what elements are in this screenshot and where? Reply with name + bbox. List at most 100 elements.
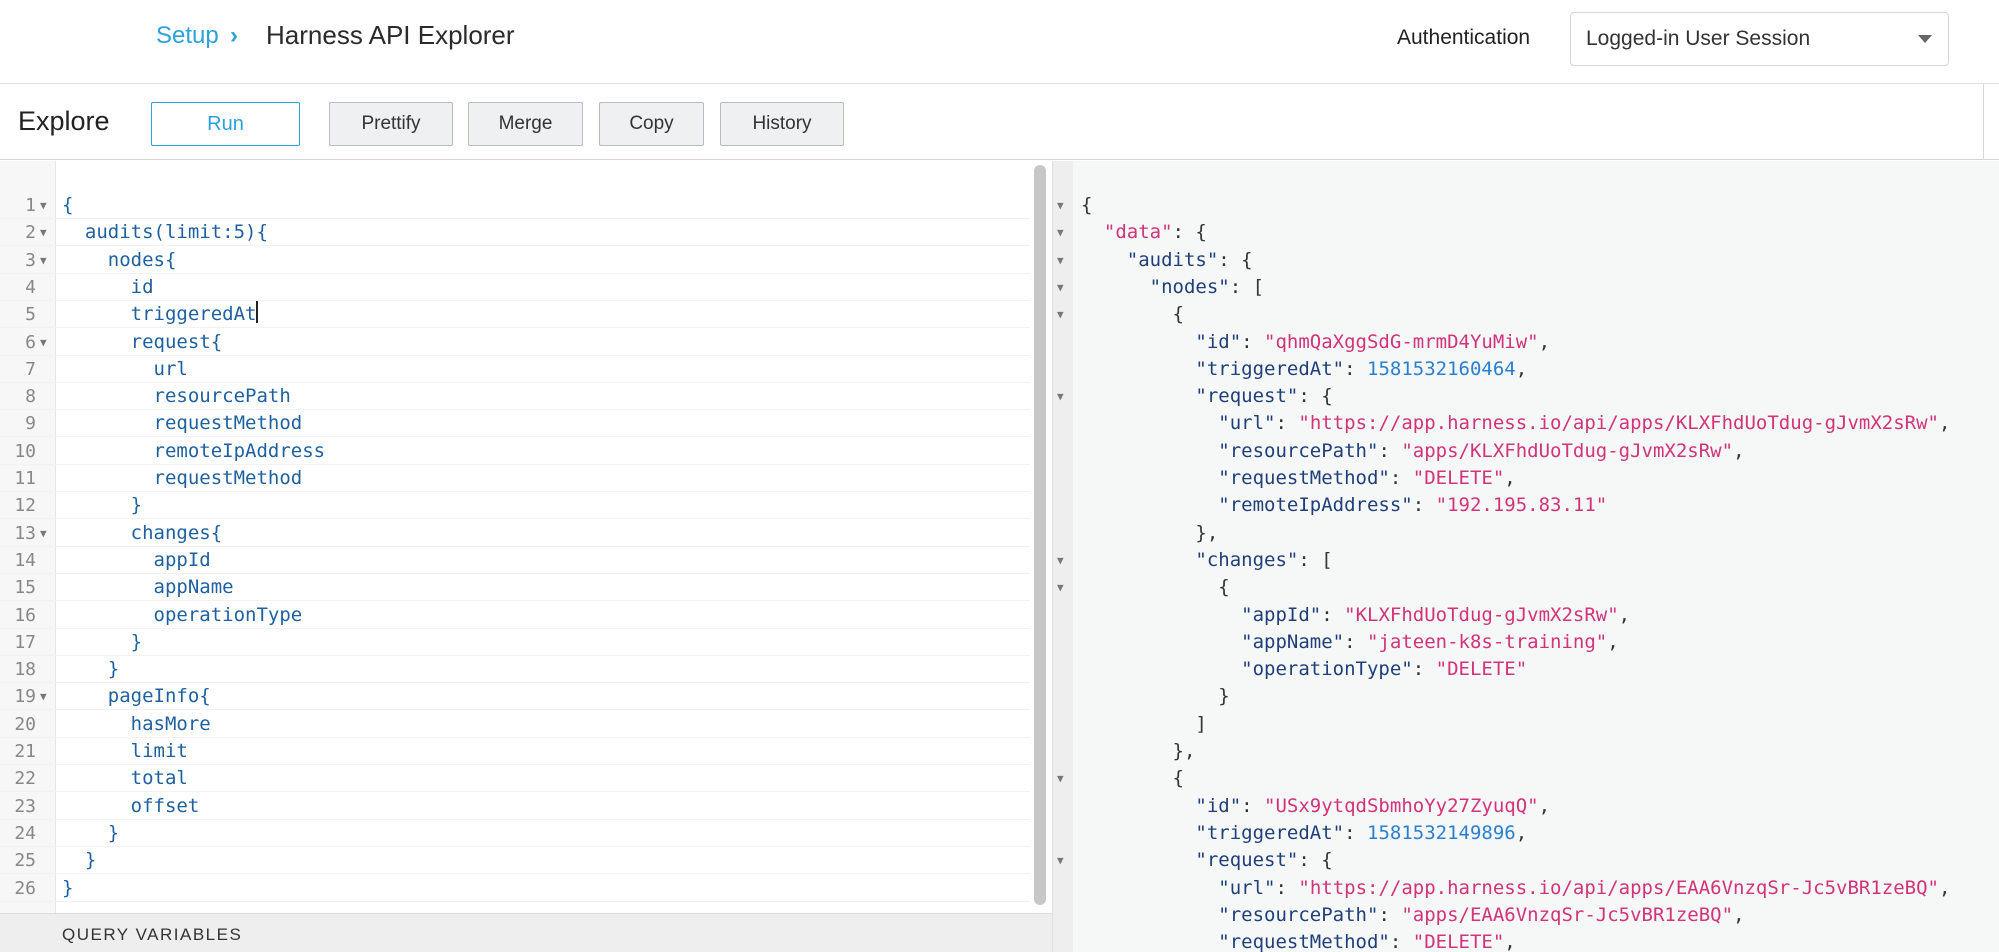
- result-line: "id": "qhmQaXggSdG-mrmD4YuMiw",: [1053, 329, 1999, 356]
- json-token: :: [1344, 821, 1367, 844]
- line-number: 4: [25, 276, 36, 298]
- fold-arrow-icon[interactable]: ▼: [1057, 574, 1064, 601]
- fold-arrow-icon[interactable]: ▼: [1057, 847, 1064, 874]
- query-editor[interactable]: 1 ▼{2 ▼ audits(limit:5){3 ▼ nodes{4 id 5 tri…: [0, 161, 1052, 952]
- query-variables-bar[interactable]: QUERY VARIABLES: [0, 913, 1052, 952]
- authentication-select[interactable]: Logged-in User Session: [1570, 12, 1949, 66]
- result-text: }: [1081, 683, 1229, 710]
- fold-arrow-icon[interactable]: ▼: [1057, 219, 1064, 246]
- code-text: pageInfo{: [62, 683, 211, 710]
- fold-arrow-icon[interactable]: ▼: [40, 219, 47, 246]
- editor-scrollbar[interactable]: [1034, 165, 1046, 905]
- code-token: }: [62, 658, 120, 681]
- run-button[interactable]: Run: [151, 102, 300, 146]
- result-line: ▼ "data": {: [1053, 219, 1999, 246]
- json-token: "nodes": [1149, 275, 1230, 298]
- editor-line[interactable]: 3 ▼ nodes{: [0, 247, 1030, 274]
- json-token: "qhmQaXggSdG-mrmD4YuMiw": [1264, 330, 1539, 353]
- editor-line[interactable]: 16 operationType: [0, 602, 1030, 629]
- json-token: ,: [1733, 903, 1745, 926]
- text-cursor: [256, 301, 259, 324]
- explorer-toolbar: Explore Run Prettify Merge Copy History: [0, 84, 1999, 160]
- fold-arrow-icon[interactable]: ▼: [1057, 765, 1064, 792]
- code-token: id: [62, 275, 154, 298]
- code-text: url: [62, 356, 188, 383]
- fold-arrow-icon[interactable]: ▼: [1057, 301, 1064, 328]
- json-token: "DELETE": [1412, 467, 1505, 489]
- fold-arrow-icon[interactable]: ▼: [1057, 274, 1064, 301]
- breadcrumb-setup-link[interactable]: Setup: [156, 22, 219, 50]
- prettify-button[interactable]: Prettify: [329, 102, 453, 146]
- editor-line[interactable]: 8 resourcePath: [0, 383, 1030, 411]
- json-token: "triggeredAt": [1195, 821, 1345, 844]
- editor-line[interactable]: 2 ▼ audits(limit:5){: [0, 219, 1030, 247]
- editor-line[interactable]: 14 appId: [0, 547, 1030, 574]
- editor-line[interactable]: 24 }: [0, 820, 1030, 847]
- line-number: 9: [25, 413, 36, 435]
- code-token: pageInfo{: [62, 685, 211, 708]
- json-token: :: [1389, 931, 1413, 952]
- editor-line[interactable]: 26}: [0, 875, 1030, 902]
- editor-line[interactable]: 19 ▼ pageInfo{: [0, 683, 1030, 711]
- editor-line[interactable]: 20 hasMore: [0, 711, 1030, 738]
- line-number: 3: [25, 249, 36, 271]
- json-token: "url": [1218, 876, 1276, 899]
- query-variables-label: QUERY VARIABLES: [62, 925, 243, 944]
- result-line: "triggeredAt": 1581532160464,: [1053, 356, 1999, 383]
- editor-line[interactable]: 21 limit: [0, 738, 1030, 765]
- editor-line[interactable]: 15 appName: [0, 574, 1030, 602]
- editor-line[interactable]: 7 url: [0, 356, 1030, 383]
- editor-line[interactable]: 5 triggeredAt: [0, 301, 1030, 329]
- result-text: "request": {: [1081, 847, 1333, 874]
- code-token: triggeredAt: [62, 303, 257, 326]
- editor-line[interactable]: 22 total: [0, 765, 1030, 793]
- editor-line[interactable]: 23 offset: [0, 793, 1030, 820]
- fold-arrow-icon[interactable]: ▼: [40, 329, 47, 356]
- json-token: {: [1081, 194, 1093, 216]
- editor-line[interactable]: 13 ▼ changes{: [0, 520, 1030, 547]
- editor-line[interactable]: 6 ▼ request{: [0, 329, 1030, 356]
- editor-line[interactable]: 10 remoteIpAddress: [0, 438, 1030, 465]
- result-line: ▼ {: [1053, 574, 1999, 601]
- result-line: "id": "USx9ytqdSbmhoYy27ZyuqQ",: [1053, 793, 1999, 820]
- fold-arrow-icon[interactable]: ▼: [40, 247, 47, 274]
- code-text: triggeredAt: [62, 301, 259, 328]
- json-token: "changes": [1195, 548, 1299, 571]
- fold-arrow-icon[interactable]: ▼: [1057, 247, 1064, 274]
- fold-arrow-icon[interactable]: ▼: [40, 192, 47, 219]
- copy-button[interactable]: Copy: [599, 102, 704, 146]
- json-token: ,: [1618, 603, 1631, 626]
- json-token: :: [1275, 412, 1299, 435]
- json-token: ,: [1504, 467, 1516, 489]
- fold-arrow-icon[interactable]: ▼: [40, 683, 47, 710]
- editor-line[interactable]: 25 }: [0, 847, 1030, 875]
- json-token: : [: [1298, 548, 1333, 571]
- editor-line[interactable]: 4 id: [0, 274, 1030, 301]
- json-token: : {: [1298, 849, 1333, 872]
- history-button[interactable]: History: [720, 102, 844, 146]
- editor-line[interactable]: 17 }: [0, 629, 1030, 656]
- code-token: offset: [62, 794, 200, 817]
- fold-arrow-icon[interactable]: ▼: [1057, 547, 1064, 574]
- editor-line[interactable]: 11 requestMethod: [0, 465, 1030, 492]
- code-text: appId: [62, 547, 211, 574]
- json-token: : [: [1229, 275, 1265, 298]
- result-line: "resourcePath": "apps/KLXFhdUoTdug-gJvmX…: [1053, 438, 1999, 465]
- json-token: ,: [1538, 794, 1551, 817]
- editor-line[interactable]: 1 ▼ {: [0, 192, 1030, 219]
- code-token: appName: [62, 576, 234, 599]
- fold-arrow-icon[interactable]: ▼: [1057, 192, 1064, 219]
- json-token: {: [1081, 767, 1184, 790]
- fold-arrow-icon[interactable]: ▼: [1057, 383, 1064, 410]
- line-number: 20: [14, 713, 36, 735]
- fold-arrow-icon[interactable]: ▼: [40, 520, 47, 547]
- line-number: 18: [14, 659, 36, 681]
- editor-line[interactable]: 12 }: [0, 492, 1030, 520]
- merge-button[interactable]: Merge: [468, 102, 583, 146]
- editor-line[interactable]: 18 }: [0, 656, 1030, 684]
- editor-line[interactable]: 9 requestMethod: [0, 410, 1030, 438]
